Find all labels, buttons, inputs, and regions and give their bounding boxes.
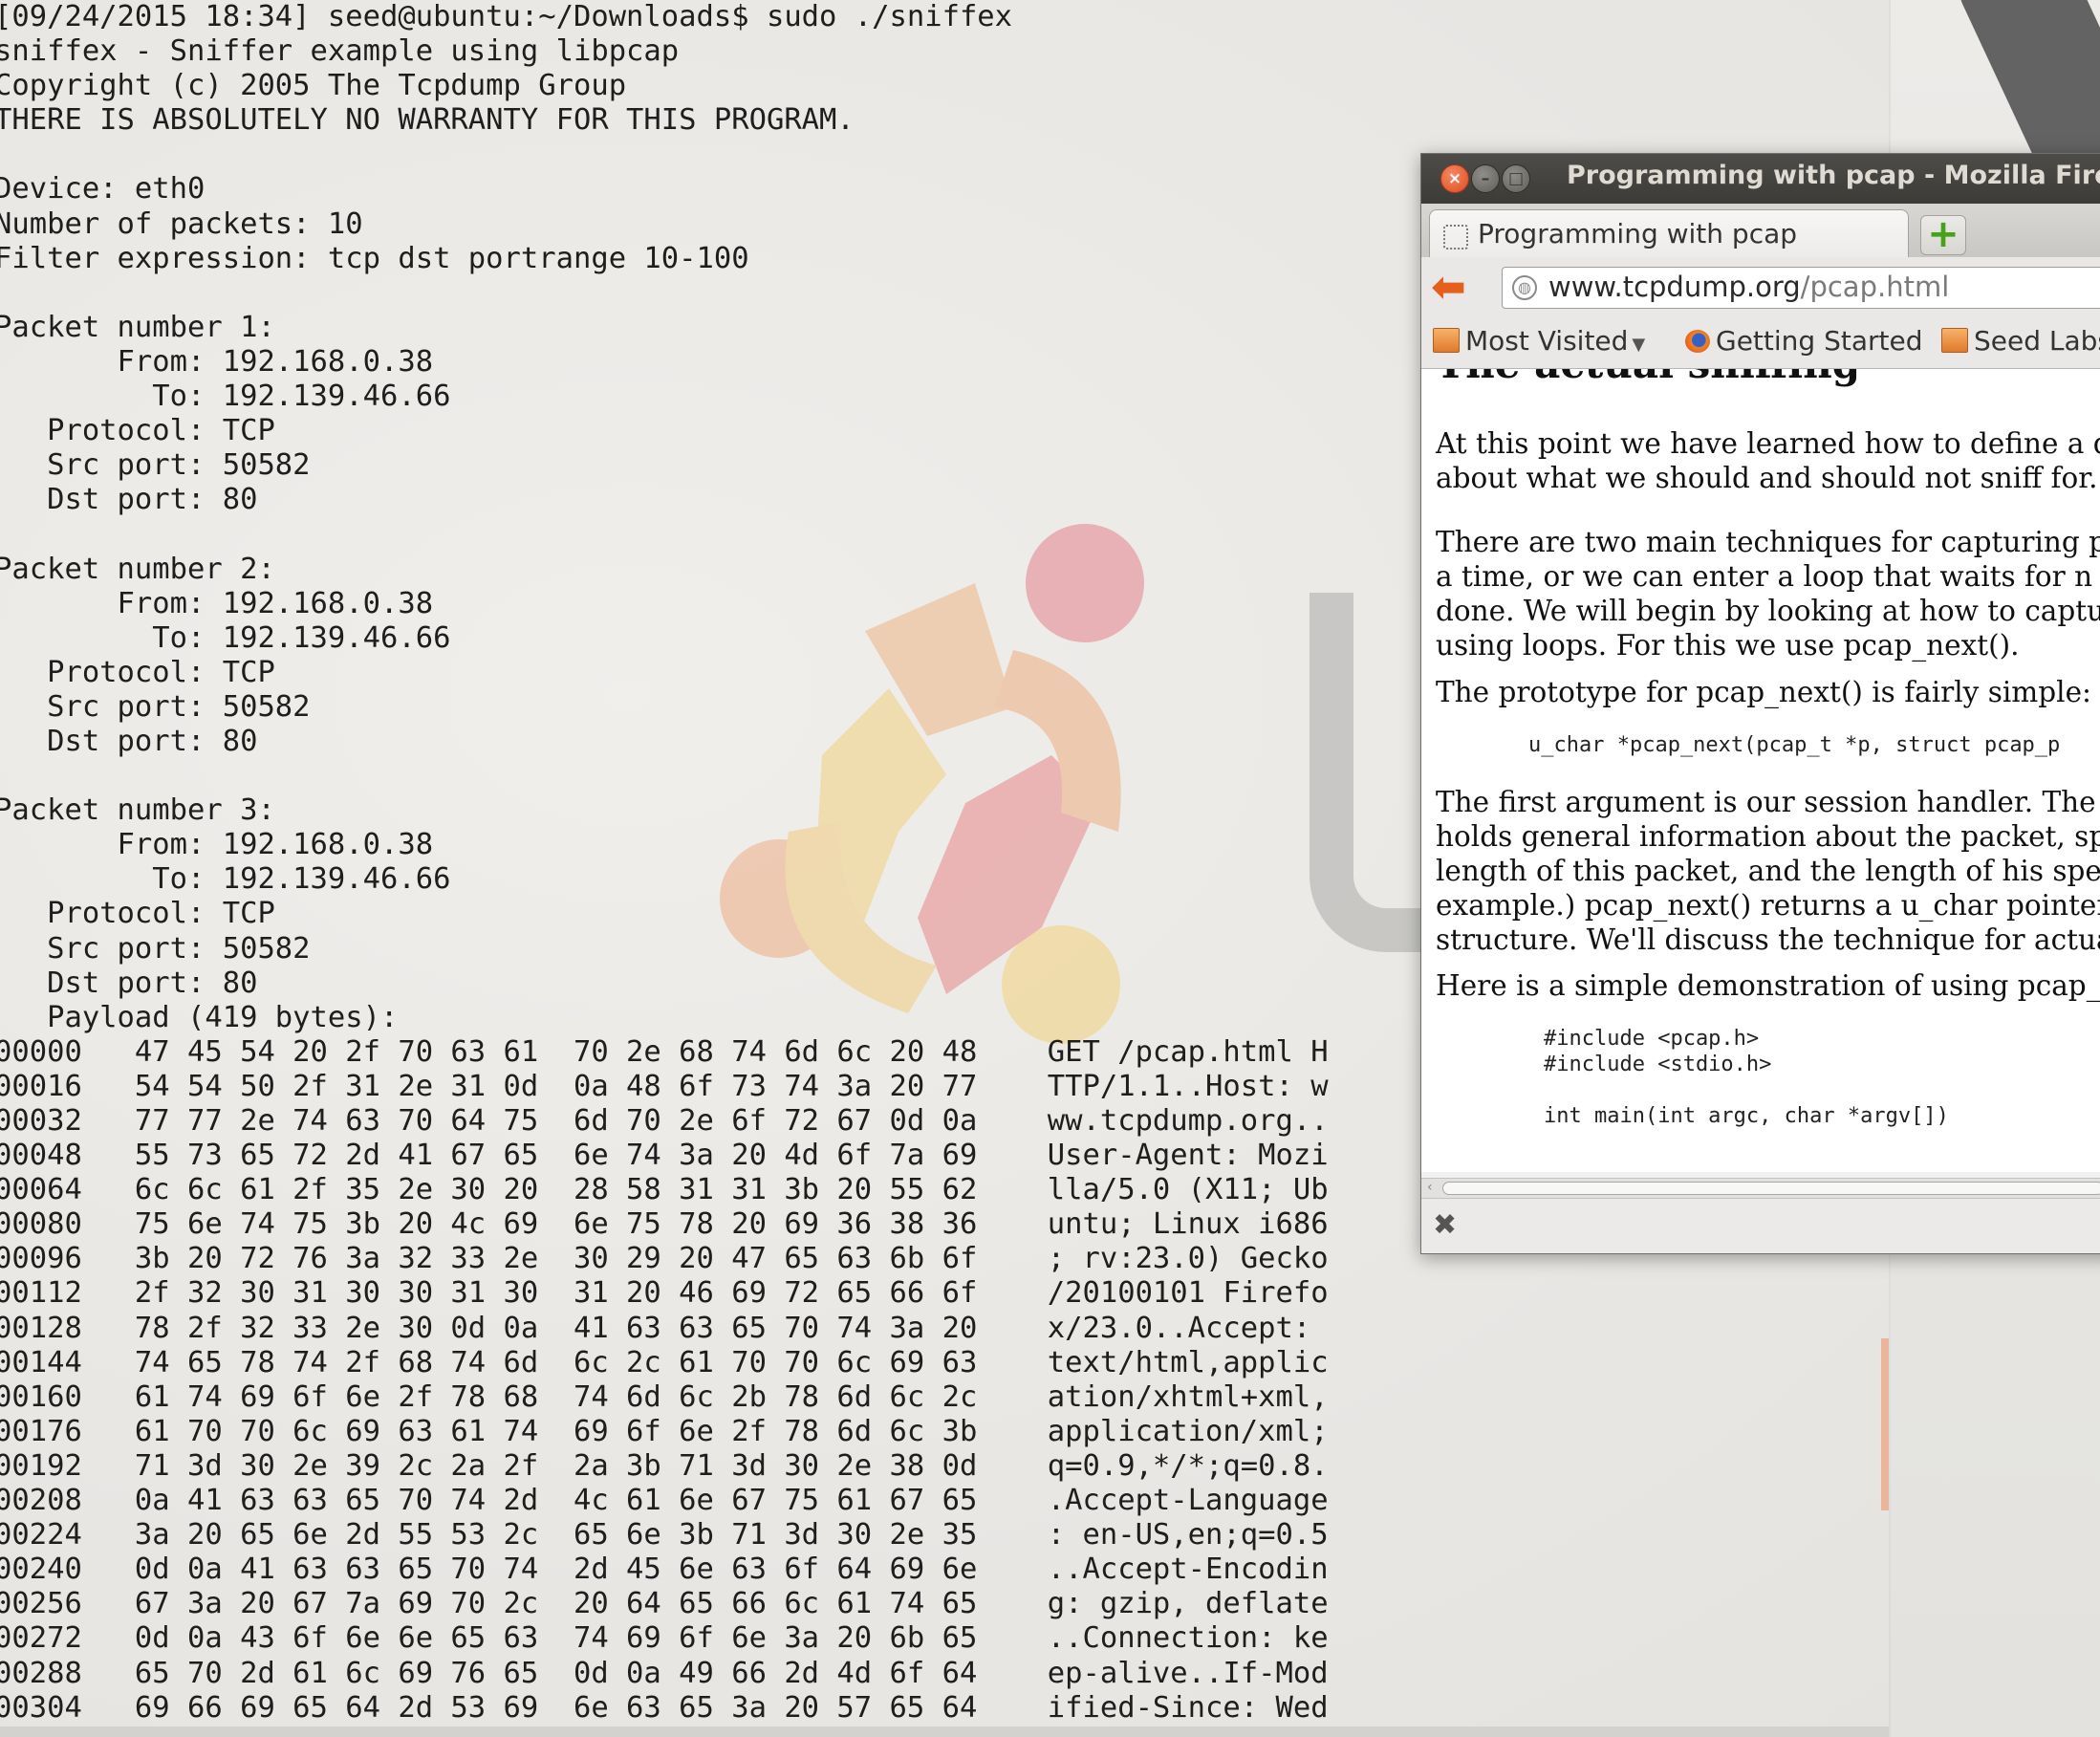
hexdump-row: 00080 75 6e 74 75 3b 20 4c 69 6e 75 78 2… <box>0 1207 1329 1242</box>
folder-icon <box>1941 328 1968 353</box>
terminal-line: Copyright (c) 2005 The Tcpdump Group <box>0 69 627 103</box>
hexdump-row: 00208 0a 41 63 63 65 70 74 2d 4c 61 6e 6… <box>0 1484 1329 1518</box>
paragraph: At this point we have learned how to def… <box>1436 427 2100 494</box>
terminal-line: Filter expression: tcp dst portrange 10-… <box>0 241 749 275</box>
globe-icon: ◍ <box>1512 275 1537 300</box>
hexdump-row: 00272 0d 0a 43 6f 6e 6e 65 63 74 69 6f 6… <box>0 1621 1329 1656</box>
code-block: #include <pcap.h> #include <stdio.h> int… <box>1544 1027 1949 1128</box>
bookmark-getting-started[interactable]: Getting Started <box>1685 325 1922 357</box>
hexdump-row: 00192 71 3d 30 2e 39 2c 2a 2f 2a 3b 71 3… <box>0 1448 1329 1483</box>
back-arrow-icon[interactable]: ⬅ <box>1431 267 1483 309</box>
close-icon[interactable]: ✖ <box>1433 1208 1457 1242</box>
terminal-line: Dst port: 80 <box>0 966 258 1000</box>
terminal-line: To: 192.139.46.66 <box>0 380 451 414</box>
paragraph: Here is a simple demonstration of using … <box>1436 969 2100 1002</box>
terminal-scrollbar[interactable] <box>0 1726 1889 1737</box>
terminal-line: Payload (419 bytes): <box>0 1000 399 1034</box>
terminal-line: Dst port: 80 <box>0 724 258 758</box>
page-content[interactable]: The actual sniffing At this point we hav… <box>1421 369 2100 1172</box>
terminal-line: Src port: 50582 <box>0 931 311 966</box>
url-text[interactable]: www.tcpdump.org/pcap.html <box>1548 271 1949 303</box>
folder-icon <box>1433 328 1460 353</box>
hexdump-row: 00288 65 70 2d 61 6c 69 76 65 0d 0a 49 6… <box>0 1656 1329 1690</box>
terminal-line: From: 192.168.0.38 <box>0 586 434 620</box>
terminal-line: From: 192.168.0.38 <box>0 828 434 862</box>
hexdump-row: 00096 3b 20 72 76 3a 32 33 2e 30 29 20 4… <box>0 1242 1329 1276</box>
section-heading: The actual sniffing <box>1436 369 1860 387</box>
terminal-line: Device: eth0 <box>0 172 206 206</box>
window-title: Programming with pcap - Mozilla Firefox <box>1567 161 2100 190</box>
bookmark-label: Getting Started <box>1716 325 1923 357</box>
firefox-window[interactable]: × – □ Programming with pcap - Mozilla Fi… <box>1420 153 2100 1254</box>
bookmark-seed-labs[interactable]: Seed Labs <box>1941 325 2100 357</box>
bookmark-most-visited[interactable]: Most Visited ▼ <box>1433 325 1645 357</box>
terminal-line: Packet number 2: <box>0 552 275 586</box>
navigation-toolbar: ⬅ ◍ www.tcpdump.org/pcap.html <box>1421 257 2100 318</box>
code-block: u_char *pcap_next(pcap_t *p, struct pcap… <box>1528 733 2061 757</box>
url-bar[interactable]: ◍ www.tcpdump.org/pcap.html <box>1502 267 2100 309</box>
terminal-line: Packet number 3: <box>0 793 275 828</box>
chevron-down-icon: ▼ <box>1632 335 1646 355</box>
hexdump-row: 00048 55 73 65 72 2d 41 67 65 6e 74 3a 2… <box>0 1139 1329 1173</box>
firefox-icon <box>1685 330 1710 353</box>
scrollbar-thumb[interactable] <box>1442 1182 2100 1195</box>
page-icon <box>1443 225 1468 250</box>
terminal-line: From: 192.168.0.38 <box>0 344 434 379</box>
hexdump-row: 00224 3a 20 65 6e 2d 55 53 2c 65 6e 3b 7… <box>0 1518 1329 1552</box>
maximize-window-button[interactable]: □ <box>1502 164 1530 193</box>
tab-bar: Programming with pcap + <box>1421 204 2100 258</box>
terminal-line: Protocol: TCP <box>0 655 275 689</box>
tab-label: Programming with pcap <box>1478 218 1798 250</box>
terminal-line: To: 192.139.46.66 <box>0 620 451 655</box>
bookmarks-toolbar: Most Visited ▼ Getting Started Seed Labs <box>1421 318 2100 369</box>
terminal-line: Dst port: 80 <box>0 483 258 517</box>
hexdump-row: 00144 74 65 78 74 2f 68 74 6d 6c 2c 61 7… <box>0 1345 1329 1379</box>
window-titlebar[interactable]: × – □ Programming with pcap - Mozilla Fi… <box>1421 154 2100 204</box>
terminal-line: [09/24/2015 18:34] seed@ubuntu:~/Downloa… <box>0 0 1013 33</box>
terminal-line: Number of packets: 10 <box>0 206 363 241</box>
hexdump-row: 00128 78 2f 32 33 2e 30 0d 0a 41 63 63 6… <box>0 1311 1329 1345</box>
terminal-line: Protocol: TCP <box>0 897 275 931</box>
paragraph: The prototype for pcap_next() is fairly … <box>1436 676 2091 708</box>
terminal-line: To: 192.139.46.66 <box>0 862 451 897</box>
terminal-line: Protocol: TCP <box>0 414 275 448</box>
find-bar: ✖ <box>1421 1198 2100 1253</box>
hexdump-row: 00032 77 77 2e 74 63 70 64 75 6d 70 2e 6… <box>0 1104 1329 1138</box>
terminal-line: Src port: 50582 <box>0 689 311 724</box>
hexdump-row: 00304 69 66 69 65 64 2d 53 69 6e 63 65 3… <box>0 1690 1329 1725</box>
url-path: /pcap.html <box>1800 271 1950 303</box>
hexdump-row: 00176 61 70 70 6c 69 63 61 74 69 6f 6e 2… <box>0 1414 1329 1448</box>
minimize-window-button[interactable]: – <box>1471 164 1500 193</box>
hexdump-row: 00016 54 54 50 2f 31 2e 31 0d 0a 48 6f 7… <box>0 1069 1329 1103</box>
terminal-output: [09/24/2015 18:34] seed@ubuntu:~/Downloa… <box>0 0 1329 1726</box>
hexdump-row: 00256 67 3a 20 67 7a 69 70 2c 20 64 65 6… <box>0 1587 1329 1621</box>
paragraph: There are two main techniques for captur… <box>1436 526 2100 662</box>
hexdump-row: 00064 6c 6c 61 2f 35 2e 30 20 28 58 31 3… <box>0 1173 1329 1207</box>
paragraph: The first argument is our session handle… <box>1436 786 2100 956</box>
bookmark-label: Seed Labs <box>1974 325 2100 357</box>
url-domain: www.tcpdump.org <box>1548 271 1801 303</box>
terminal-line: Src port: 50582 <box>0 448 311 483</box>
hexdump-row: 00112 2f 32 30 31 30 30 31 30 31 20 46 6… <box>0 1276 1329 1311</box>
terminal-line: THERE IS ABSOLUTELY NO WARRANTY FOR THIS… <box>0 103 855 138</box>
hexdump-row: 00000 47 45 54 20 2f 70 63 61 70 2e 68 7… <box>0 1034 1329 1069</box>
close-window-button[interactable]: × <box>1440 164 1469 193</box>
terminal-line: Packet number 1: <box>0 310 275 344</box>
new-tab-button[interactable]: + <box>1920 215 1966 255</box>
hexdump-row: 00160 61 74 69 6f 6e 2f 78 68 74 6d 6c 2… <box>0 1379 1329 1414</box>
terminal-line: sniffex - Sniffer example using libpcap <box>0 34 680 69</box>
bookmark-label: Most Visited <box>1465 325 1629 357</box>
hexdump-row: 00240 0d 0a 41 63 63 65 70 74 2d 45 6e 6… <box>0 1552 1329 1587</box>
tab-programming-with-pcap[interactable]: Programming with pcap <box>1429 209 1909 258</box>
scroll-left-icon[interactable]: ‹ <box>1427 1181 1439 1194</box>
horizontal-scrollbar[interactable]: ‹ <box>1421 1178 2100 1198</box>
